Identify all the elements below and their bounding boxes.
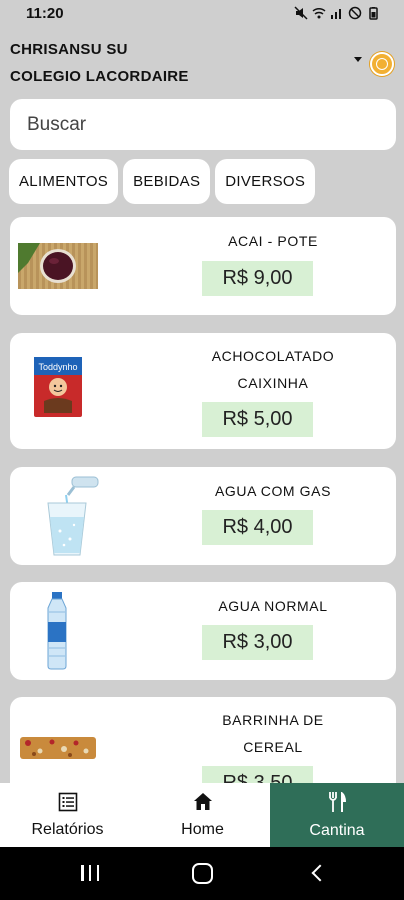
search-input[interactable]	[10, 99, 396, 150]
sparkling-water-glass-image	[46, 475, 102, 562]
status-icons	[294, 6, 380, 20]
wifi-icon	[312, 6, 326, 20]
mute-icon	[294, 6, 308, 20]
school-name: COLEGIO LACORDAIRE	[10, 68, 189, 85]
status-bar: 11:20	[0, 0, 404, 28]
tab-label: Cantina	[309, 821, 365, 839]
status-time: 11:20	[26, 5, 64, 22]
product-card[interactable]: Toddynho ACHOCOLATADO CAIXINHA R$ 5,00	[10, 333, 396, 449]
fork-knife-icon	[326, 791, 348, 818]
coin-icon[interactable]	[370, 52, 394, 76]
category-chip-alimentos[interactable]: ALIMENTOS	[9, 159, 119, 204]
product-name: ACAI - POTE	[228, 233, 318, 249]
tab-label: Relatórios	[31, 820, 104, 838]
chocolate-milk-box-image: Toddynho	[32, 353, 84, 424]
home-icon	[193, 792, 213, 817]
category-chips: ALIMENTOS BEBIDAS DIVERSOS	[9, 159, 316, 204]
system-home-icon[interactable]	[192, 863, 213, 884]
product-price: R$ 4,00	[202, 510, 313, 545]
category-chip-diversos[interactable]: DIVERSOS	[215, 159, 316, 204]
product-list[interactable]: ACAI - POTE R$ 9,00 Toddynho ACHOCOLATAD…	[10, 217, 396, 783]
product-price: R$ 3,50	[202, 766, 313, 783]
category-chip-bebidas[interactable]: BEBIDAS	[123, 159, 211, 204]
cereal-bar-image	[18, 729, 98, 770]
product-name-line1: ACHOCOLATADO	[211, 348, 335, 364]
back-icon[interactable]	[311, 864, 329, 882]
tab-relatorios[interactable]: Relatórios	[0, 783, 135, 847]
battery-icon	[366, 6, 380, 20]
system-nav-bar	[0, 847, 404, 900]
account-header[interactable]: CHRISANSU SU COLEGIO LACORDAIRE	[0, 28, 404, 94]
product-card[interactable]: AGUA NORMAL R$ 3,00	[10, 582, 396, 680]
product-price: R$ 3,00	[202, 625, 313, 660]
water-bottle-image	[42, 592, 72, 675]
product-price: R$ 9,00	[202, 261, 313, 296]
search-box[interactable]	[10, 99, 396, 150]
product-name-line2: CAIXINHA	[237, 375, 309, 391]
tab-cantina[interactable]: Cantina	[270, 783, 404, 847]
svg-text:Toddynho: Toddynho	[38, 362, 77, 372]
screen: 11:20 CHRISANSU SU COLEGIO LACORDAIRE Bu…	[0, 0, 404, 900]
bottom-nav: Relatórios Home Cantina	[0, 783, 404, 847]
product-card[interactable]: ACAI - POTE R$ 9,00	[10, 217, 396, 315]
product-name-line2: CEREAL	[243, 739, 303, 755]
tab-home[interactable]: Home	[135, 783, 270, 847]
product-name: AGUA COM GAS	[214, 483, 332, 499]
product-price: R$ 5,00	[202, 402, 313, 437]
blocked-icon	[348, 6, 362, 20]
caret-down-icon[interactable]	[354, 57, 362, 62]
product-card[interactable]: BARRINHA DE CEREAL R$ 3,50	[10, 697, 396, 783]
recents-icon[interactable]	[81, 865, 99, 881]
report-list-icon	[58, 792, 78, 817]
tab-label: Home	[181, 820, 224, 838]
user-name: CHRISANSU SU	[10, 41, 128, 58]
signal-icon	[330, 6, 344, 20]
product-name-line1: BARRINHA DE	[222, 712, 324, 728]
product-card[interactable]: AGUA COM GAS R$ 4,00	[10, 467, 396, 565]
acai-bowl-image	[18, 243, 98, 294]
product-name: AGUA NORMAL	[218, 598, 328, 614]
